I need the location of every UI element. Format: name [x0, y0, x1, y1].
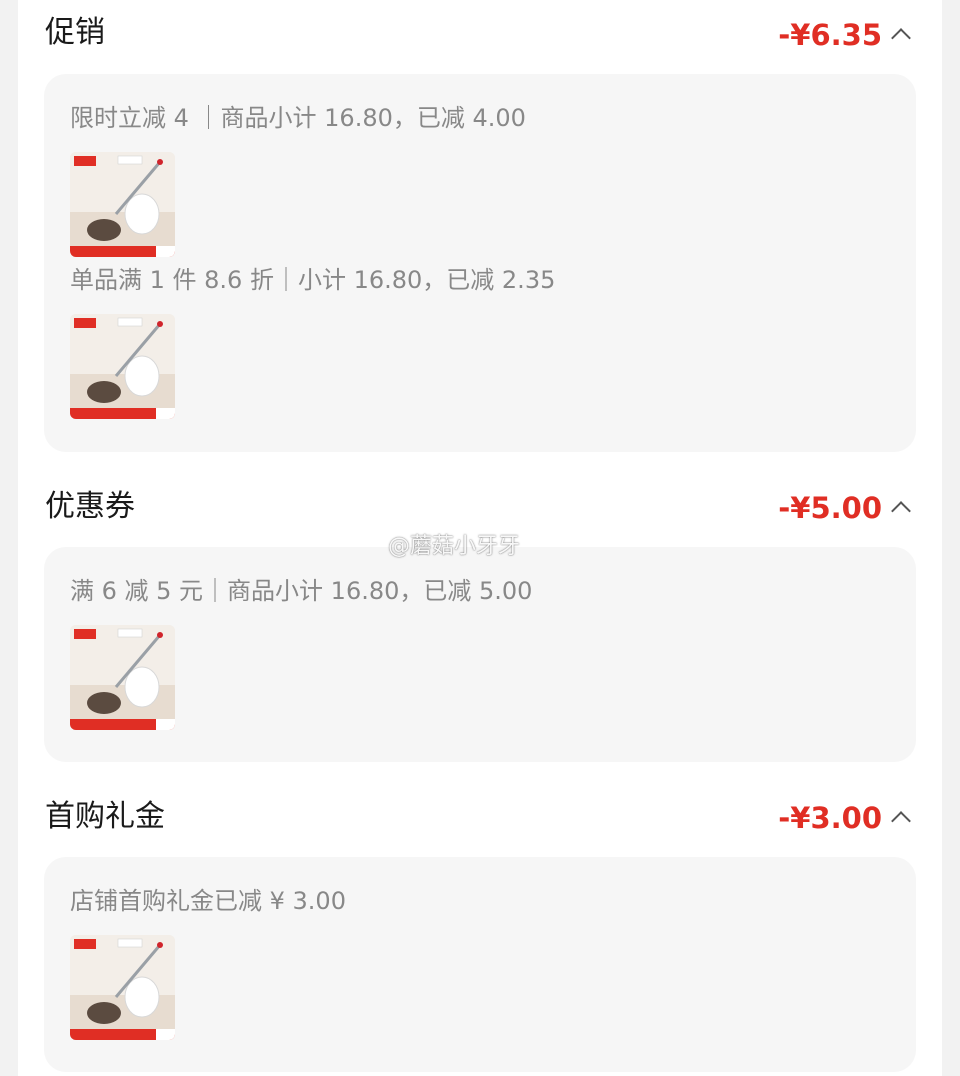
toilet-brush-image	[70, 625, 175, 730]
product-thumbnail[interactable]	[70, 935, 175, 1040]
product-thumbnail[interactable]	[70, 152, 175, 257]
promotion-rule-text: 单品满 1 件 8.6 折｜小计 16.80，已减 2.35	[70, 266, 556, 294]
coupon-title: 优惠券	[45, 489, 135, 524]
chevron-up-icon[interactable]	[891, 811, 911, 831]
promotion-amount: -¥6.35	[778, 18, 882, 52]
chevron-up-icon[interactable]	[891, 501, 911, 521]
coupon-panel: 满 6 减 5 元｜商品小计 16.80，已减 5.00	[44, 547, 916, 762]
toilet-brush-image	[70, 314, 175, 419]
first-purchase-gift-amount: -¥3.00	[778, 801, 882, 835]
promotion-rule-text: 限时立减 4 ｜商品小计 16.80，已减 4.00	[70, 104, 526, 132]
coupon-amount: -¥5.00	[778, 491, 882, 525]
coupon-rule-text: 满 6 减 5 元｜商品小计 16.80，已减 5.00	[70, 577, 533, 605]
watermark: @蘑菇小牙牙	[388, 534, 521, 559]
product-thumbnail[interactable]	[70, 625, 175, 730]
first-purchase-gift-rule-text: 店铺首购礼金已减 ¥ 3.00	[70, 887, 346, 915]
toilet-brush-image	[70, 935, 175, 1040]
chevron-up-icon[interactable]	[891, 28, 911, 48]
product-thumbnail[interactable]	[70, 314, 175, 419]
first-purchase-gift-title: 首购礼金	[45, 799, 165, 834]
first-purchase-gift-panel: 店铺首购礼金已减 ¥ 3.00	[44, 857, 916, 1072]
toilet-brush-image	[70, 152, 175, 257]
promotion-title: 促销	[45, 15, 105, 50]
promotion-panel: 限时立减 4 ｜商品小计 16.80，已减 4.00 单品满 1 件 8.6 折…	[44, 74, 916, 452]
